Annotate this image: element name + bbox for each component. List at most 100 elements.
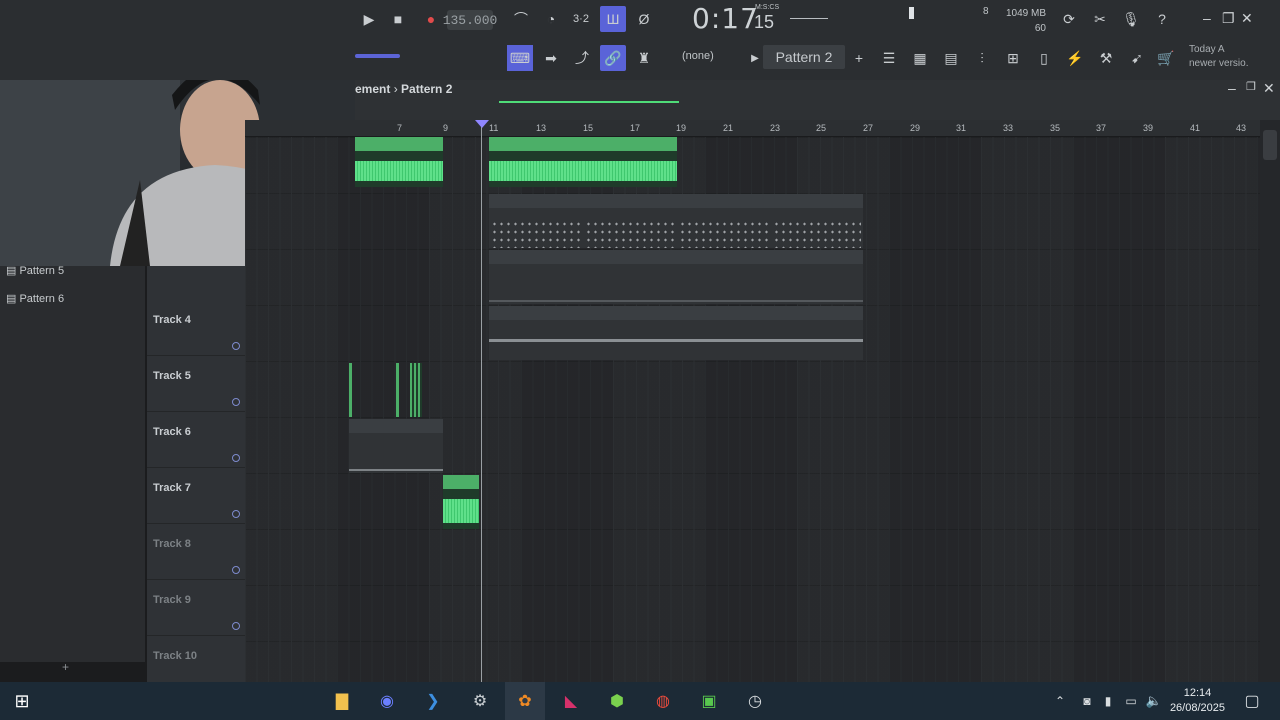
metronome-icon[interactable]: ⌒ (508, 6, 534, 32)
breadcrumb[interactable]: ement › Pattern 2 (355, 81, 452, 97)
scrollbar-thumb[interactable] (1263, 130, 1277, 160)
record-icon[interactable]: ● (418, 6, 444, 32)
snap-selector[interactable]: (none) (682, 50, 714, 62)
news-hint[interactable]: Today A newer versio. (1189, 43, 1248, 71)
cart-icon[interactable]: 🛒 (1153, 45, 1179, 71)
playhead[interactable] (481, 120, 482, 682)
pattern-clip[interactable]: Pa...n 1 (677, 250, 724, 304)
piano-roll-icon[interactable]: ▦ (907, 45, 933, 71)
audio-clip[interactable]: Sample...135bpm (583, 137, 677, 187)
file-icon[interactable]: ▯ (1031, 45, 1057, 71)
track-mute-icon[interactable] (232, 510, 240, 518)
track-header[interactable]: Track 9 (147, 580, 245, 636)
timeline-ruler[interactable]: 7 9 11 13 15 17 19 21 23 25 27 29 31 33 … (245, 120, 1260, 137)
arrow-icon[interactable]: ➡ (538, 45, 564, 71)
stamp-icon[interactable]: ♜ (631, 45, 657, 71)
settings-app-icon[interactable]: ⚙ (460, 682, 500, 720)
mic-icon[interactable]: 🎙 (1118, 6, 1144, 32)
pattern-clip[interactable]: Pattern 5 (677, 306, 771, 360)
pattern-clip[interactable]: Pa...n 1 (771, 250, 817, 304)
pattern-clip[interactable]: Pattern 4 (771, 306, 863, 360)
track-mute-icon[interactable] (232, 342, 240, 350)
recording-app-icon[interactable]: ◷ (735, 682, 775, 720)
link-icon[interactable]: 🔗 (600, 45, 626, 71)
playlist-minimize-icon[interactable]: – (1228, 80, 1236, 96)
file-explorer-icon[interactable]: ▇ (322, 682, 362, 720)
track-header[interactable]: Track 4 (147, 300, 245, 356)
playhead-marker-icon[interactable] (475, 120, 489, 128)
loop-record-icon[interactable]: Ø (631, 6, 657, 32)
pattern-clip[interactable]: Pattern 2 (771, 194, 863, 248)
track-header[interactable]: Track 6 (147, 412, 245, 468)
brush-icon[interactable]: ⤴ (569, 45, 595, 71)
tempo-display[interactable]: 135.000 (443, 10, 497, 30)
picker-item-pattern-5[interactable]: ▤ Pattern 5 (6, 264, 64, 277)
audio-sliver[interactable] (349, 363, 352, 417)
playlist-icon[interactable]: ☰ (876, 45, 902, 71)
typing-keyboard-icon[interactable]: ⌨ (507, 45, 533, 71)
track-header[interactable]: Track 8 (147, 524, 245, 580)
track-mute-icon[interactable] (232, 622, 240, 630)
volume-icon[interactable]: 🔈 (1142, 682, 1166, 720)
notification-icon[interactable]: ▢ (1232, 682, 1272, 720)
vertical-scrollbar[interactable] (1260, 120, 1280, 682)
track-mute-icon[interactable] (232, 454, 240, 462)
step-edit-icon[interactable]: Ш (600, 6, 626, 32)
mixer-icon[interactable]: ⫶ (969, 45, 995, 71)
track-mute-icon[interactable] (232, 398, 240, 406)
mic-tray-icon[interactable]: ▮ (1097, 682, 1119, 720)
chevron-up-icon[interactable]: ⌃ (1045, 682, 1075, 720)
audio-clip[interactable]: W...3 (443, 475, 479, 529)
audio-sliver[interactable] (410, 363, 422, 417)
add-pattern-icon[interactable]: + (846, 45, 872, 71)
minimize-icon[interactable]: – (1203, 10, 1211, 26)
pattern-clip[interactable]: Pattern 3 (489, 306, 583, 360)
tools-icon[interactable]: ⚒ (1093, 45, 1119, 71)
countdown-icon[interactable]: 3·2 (568, 6, 594, 32)
track-header[interactable]: Track 7 (147, 468, 245, 524)
send-icon[interactable]: ➹ (1124, 45, 1150, 71)
playlist-restore-icon[interactable]: ❐ (1246, 80, 1256, 93)
vscode-icon[interactable]: ❯ (413, 682, 453, 720)
pattern-clip[interactable]: Pa...n 1 (724, 250, 771, 304)
pattern-clip[interactable]: Pattern 2 (583, 194, 677, 248)
playlist-close-icon[interactable]: ✕ (1263, 80, 1275, 97)
stop-icon[interactable]: ■ (385, 6, 411, 32)
audio-clip[interactable]: Sample...135bpm (355, 137, 443, 187)
pattern-clip[interactable]: Pa...n 1 (583, 250, 630, 304)
help-icon[interactable]: ? (1149, 6, 1175, 32)
track-header[interactable]: Track 5 (147, 356, 245, 412)
browser-icon[interactable]: ⊞ (1000, 45, 1026, 71)
pattern-clip[interactable]: Pa...n 1 (817, 250, 863, 304)
add-icon[interactable]: + (62, 660, 69, 674)
vegas-icon[interactable]: ◣ (551, 682, 591, 720)
audio-sliver[interactable] (396, 363, 399, 417)
pattern-selector[interactable]: Pattern 2 (763, 45, 845, 69)
pattern-clip[interactable]: Pa...n 1 (630, 250, 677, 304)
track-mute-icon[interactable] (232, 566, 240, 574)
plugin-icon[interactable]: ⚡ (1062, 45, 1088, 71)
restore-icon[interactable]: ❐ (1222, 10, 1235, 27)
play-icon[interactable]: ▶ (356, 6, 382, 32)
pattern-clip[interactable]: Pa...n 1 (489, 250, 536, 304)
fl-studio-icon[interactable]: ✿ (505, 682, 545, 720)
channel-rack-icon[interactable]: ▤ (938, 45, 964, 71)
undo-icon[interactable]: ⟳ (1056, 6, 1082, 32)
system-clock[interactable]: 12:14 26/08/2025 (1170, 686, 1225, 716)
pattern-clip[interactable]: Pattern 6 (349, 419, 443, 473)
discord-icon[interactable]: ◉ (367, 682, 407, 720)
pattern-clip[interactable]: Pattern 3 (583, 306, 677, 360)
time-format[interactable]: M:S:CS (755, 4, 779, 11)
windows-start-icon[interactable]: ⊞ (2, 682, 42, 720)
camera-icon[interactable]: ◙ (1075, 682, 1099, 720)
cut-icon[interactable]: ✂ (1087, 6, 1113, 32)
close-icon[interactable]: ✕ (1241, 10, 1253, 27)
wait-input-icon[interactable]: ◔ (538, 6, 564, 32)
shield-app-icon[interactable]: ⬢ (597, 682, 637, 720)
master-volume-slider[interactable] (355, 54, 400, 58)
picker-item-pattern-6[interactable]: ▤ Pattern 6 (6, 292, 64, 305)
network-icon[interactable]: ▭ (1119, 682, 1143, 720)
pattern-clip[interactable]: Pattern 2 (489, 194, 583, 248)
pattern-clip[interactable]: Pa...n 1 (536, 250, 583, 304)
audio-clip[interactable]: Sample...135bpm (489, 137, 583, 187)
